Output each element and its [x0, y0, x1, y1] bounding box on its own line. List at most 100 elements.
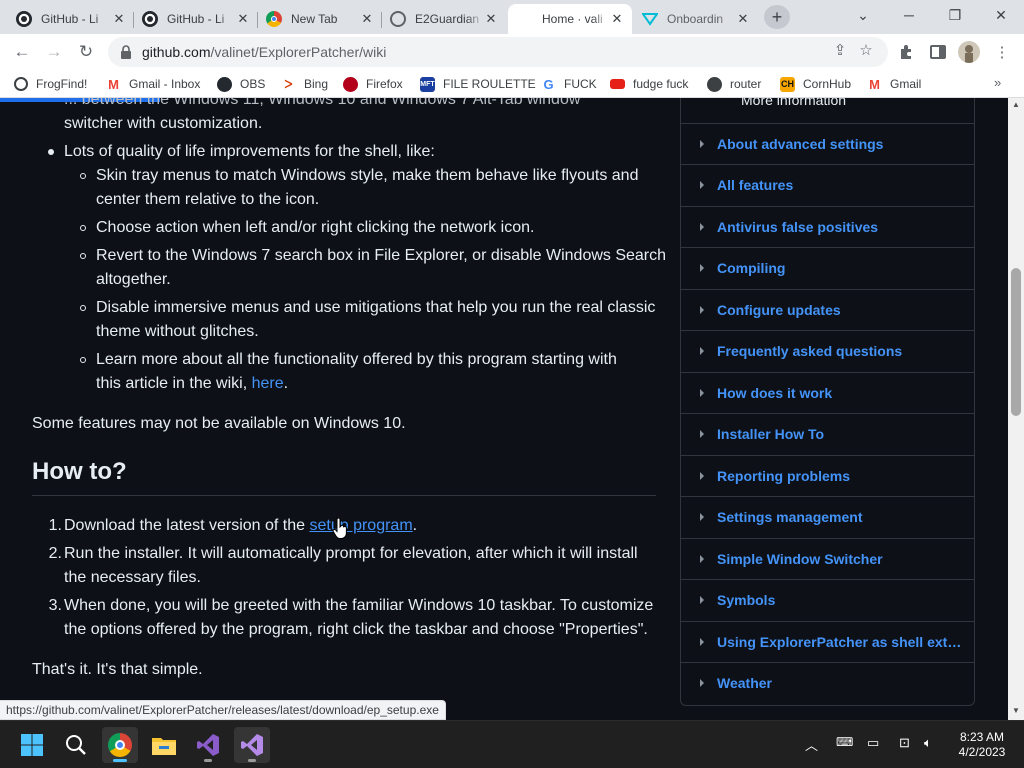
- back-button[interactable]: ←: [8, 38, 36, 66]
- extensions-icon[interactable]: [892, 38, 920, 66]
- sidebar-item-compiling[interactable]: Compiling: [681, 247, 974, 288]
- sidebar-item-weather[interactable]: Weather: [681, 662, 974, 703]
- minimize-button[interactable]: ─: [886, 0, 932, 30]
- here-link[interactable]: here: [252, 375, 284, 392]
- link-status-bar: https://github.com/valinet/ExplorerPatch…: [0, 700, 446, 720]
- list-bullet: [80, 357, 86, 363]
- tab-onboarding[interactable]: Onboardin ✕: [634, 4, 758, 34]
- close-tab-icon[interactable]: ✕: [610, 11, 624, 27]
- chrome-icon: [266, 11, 282, 27]
- windows-taskbar: ︿ ⌨ ▭ ⊡ 🔈︎ 8:23 AM 4/2/2023: [0, 720, 1024, 768]
- scrollbar-thumb[interactable]: [1011, 268, 1021, 416]
- bookmark-cornhub[interactable]: CH CornHub: [780, 75, 851, 93]
- tab-new-tab[interactable]: New Tab ✕: [258, 4, 382, 34]
- close-tab-icon[interactable]: ✕: [484, 11, 498, 27]
- reload-button[interactable]: ↻: [72, 38, 100, 66]
- maximize-button[interactable]: ❐: [932, 0, 978, 30]
- hand-cursor-icon: [332, 518, 347, 539]
- globe-icon: [707, 76, 722, 92]
- expand-caret-icon[interactable]: [700, 638, 704, 646]
- sidebar-item-antivirus[interactable]: Antivirus false positives: [681, 206, 974, 247]
- taskbar-chrome[interactable]: [102, 727, 138, 763]
- expand-caret-icon[interactable]: [700, 347, 704, 355]
- expand-caret-icon[interactable]: [700, 264, 704, 272]
- sidebar-item-faq[interactable]: Frequently asked questions: [681, 330, 974, 371]
- tab-search-icon[interactable]: ⌄: [840, 0, 886, 30]
- new-tab-button[interactable]: +: [764, 5, 790, 29]
- expand-caret-icon[interactable]: [700, 389, 704, 397]
- sidebar-item-configure-updates[interactable]: Configure updates: [681, 289, 974, 330]
- sidebar-item-how-does-it-work[interactable]: How does it work: [681, 372, 974, 413]
- scroll-up-arrow-icon[interactable]: ▲: [1010, 100, 1022, 109]
- close-tab-icon[interactable]: ✕: [360, 11, 374, 27]
- taskbar-clock[interactable]: 8:23 AM 4/2/2023: [952, 730, 1012, 760]
- start-button[interactable]: [14, 727, 50, 763]
- github-icon: [16, 11, 32, 27]
- forward-button[interactable]: →: [40, 38, 68, 66]
- taskbar-visual-studio-2[interactable]: [234, 727, 270, 763]
- expand-caret-icon[interactable]: [700, 140, 704, 148]
- bookmark-obs[interactable]: OBS: [217, 75, 265, 93]
- expand-caret-icon[interactable]: [700, 513, 704, 521]
- close-tab-icon[interactable]: ✕: [112, 11, 126, 27]
- firefox-icon: [343, 76, 358, 92]
- bookmark-gmail[interactable]: M Gmail: [867, 75, 921, 93]
- sidebar-item-settings-management[interactable]: Settings management: [681, 496, 974, 537]
- side-panel-icon[interactable]: [924, 38, 952, 66]
- tab-home-active[interactable]: Home · vali ✕: [508, 4, 632, 34]
- close-window-button[interactable]: ✕: [978, 0, 1024, 30]
- bookmark-frogfind[interactable]: FrogFind!: [14, 75, 87, 93]
- expand-caret-icon[interactable]: [700, 223, 704, 231]
- star-icon[interactable]: ☆: [854, 38, 878, 62]
- sidebar-item-installer-how-to[interactable]: Installer How To: [681, 413, 974, 454]
- list-bullet: [48, 149, 54, 155]
- expand-caret-icon[interactable]: [700, 555, 704, 563]
- expand-caret-icon[interactable]: [700, 596, 704, 604]
- display-icon[interactable]: ▭: [867, 735, 879, 751]
- bookmark-fuck[interactable]: G FUCK: [541, 75, 596, 93]
- expand-caret-icon[interactable]: [700, 430, 704, 438]
- tab-e2guardian[interactable]: E2Guardian ✕: [382, 4, 506, 34]
- expand-caret-icon[interactable]: [700, 306, 704, 314]
- browser-toolbar: ← → ↻ github.com/valinet/ExplorerPatcher…: [0, 34, 1024, 70]
- bookmark-router[interactable]: router: [707, 75, 761, 93]
- visual-studio-icon: [197, 734, 219, 756]
- expand-caret-icon[interactable]: [700, 472, 704, 480]
- lock-icon: [120, 45, 132, 59]
- bookmark-gmail-inbox[interactable]: M Gmail - Inbox: [106, 75, 200, 93]
- sidebar-item-about-advanced-settings[interactable]: About advanced settings: [681, 123, 974, 164]
- menu-icon[interactable]: ⋮: [988, 38, 1016, 66]
- google-icon: G: [543, 76, 554, 92]
- sidebar-item-simple-window-switcher[interactable]: Simple Window Switcher: [681, 538, 974, 579]
- sidebar-item-all-features[interactable]: All features: [681, 164, 974, 205]
- tab-github-1[interactable]: GitHub - Li ✕: [8, 4, 134, 34]
- taskbar-search-button[interactable]: [58, 727, 94, 763]
- expand-caret-icon[interactable]: [700, 679, 704, 687]
- list-bullet: [80, 305, 86, 311]
- close-tab-icon[interactable]: ✕: [736, 11, 750, 27]
- share-icon[interactable]: ⇪: [828, 38, 852, 62]
- tray-overflow-chevron-icon[interactable]: ︿: [805, 735, 818, 754]
- expand-caret-icon[interactable]: [700, 181, 704, 189]
- volume-icon[interactable]: 🔈︎: [924, 735, 932, 751]
- sidebar-item-shell-extension[interactable]: Using ExplorerPatcher as shell extensi..…: [681, 621, 974, 662]
- chrome-icon: [108, 733, 132, 757]
- network-icon[interactable]: ⊡: [899, 735, 910, 751]
- address-bar[interactable]: github.com/valinet/ExplorerPatcher/wiki: [108, 37, 888, 67]
- bookmark-fudge-fuck[interactable]: fudge fuck: [610, 75, 688, 93]
- keyboard-icon[interactable]: ⌨: [836, 735, 853, 749]
- taskbar-visual-studio-1[interactable]: [190, 727, 226, 763]
- bookmark-file-roulette[interactable]: MFT FILE ROULETTE: [420, 75, 536, 93]
- scroll-down-arrow-icon[interactable]: ▼: [1010, 706, 1022, 715]
- taskbar-file-explorer[interactable]: [146, 727, 182, 763]
- avatar[interactable]: [958, 41, 980, 63]
- search-icon: [66, 735, 86, 755]
- tab-github-2[interactable]: GitHub - Li ✕: [134, 4, 258, 34]
- sidebar-item-reporting-problems[interactable]: Reporting problems: [681, 455, 974, 496]
- close-tab-icon[interactable]: ✕: [236, 11, 250, 27]
- bookmark-bing[interactable]: ᐳ Bing: [281, 75, 328, 93]
- setup-program-link[interactable]: setup program: [309, 517, 412, 534]
- bookmark-firefox[interactable]: Firefox: [343, 75, 403, 93]
- bookmarks-overflow-icon[interactable]: »: [994, 75, 1001, 90]
- sidebar-item-symbols[interactable]: Symbols: [681, 579, 974, 620]
